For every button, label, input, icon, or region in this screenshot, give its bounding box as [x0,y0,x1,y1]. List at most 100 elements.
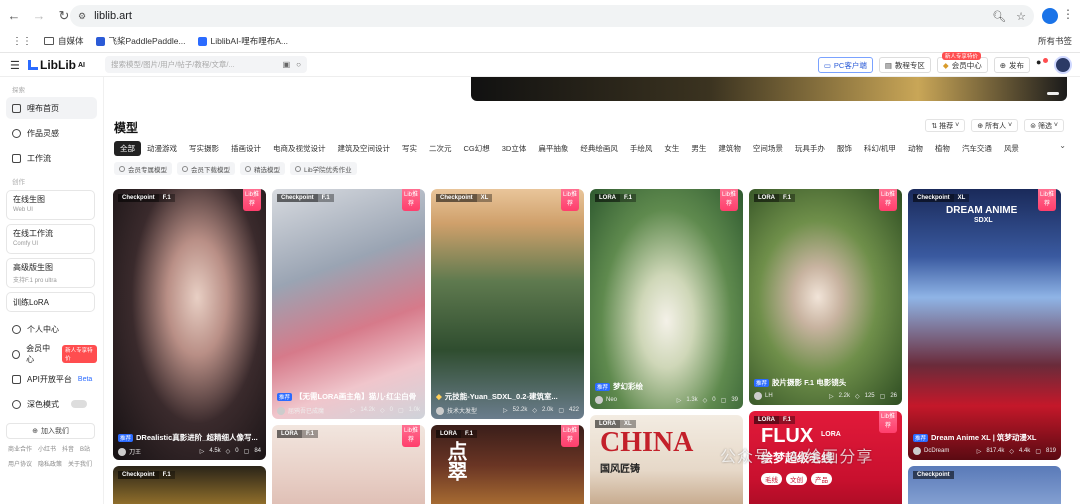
category-tab[interactable]: 插画设计 [225,141,267,156]
category-tab[interactable]: 手绘风 [624,141,659,156]
model-card[interactable]: Checkpoint F.1 [113,466,266,504]
author-avatar[interactable] [754,392,762,400]
footer-link[interactable]: B站 [80,444,90,453]
footer-link[interactable]: 抖音 [62,444,74,453]
address-bar[interactable]: ⚙ liblib.art 🔍︎ ☆ [70,5,1034,27]
zoom-icon[interactable]: 🔍︎ [992,10,1006,23]
author-name[interactable]: DcDream [924,448,949,454]
model-card[interactable]: Checkpoint F.1 Lib推荐 推荐 【无需LORA画主角】猫儿·红尘白骨… [272,189,425,419]
member-center-button[interactable]: 新人专享特价 ◆ 会员中心 [936,52,988,73]
author-avatar[interactable] [277,406,285,415]
category-tab[interactable]: 动漫游戏 [141,141,183,156]
category-tab[interactable]: 服饰 [831,141,858,156]
category-tab[interactable]: 建筑物 [712,141,747,156]
category-tab[interactable]: 女生 [658,141,685,156]
footer-link[interactable]: 关于我们 [68,459,92,468]
footer-link[interactable]: 商业合作 [8,444,32,453]
dark-mode-toggle[interactable] [71,400,87,408]
author-name[interactable]: Neo [606,397,617,403]
author-name[interactable]: 技术大发型 [447,406,477,415]
pc-client-button[interactable]: ▭ PC客户端 [817,57,873,73]
category-tab[interactable]: 3D立体 [496,141,533,156]
people-dropdown[interactable]: ⊕ 所有人 ˅ [971,119,1019,132]
category-tab[interactable]: 写实 [396,141,423,156]
message-icon[interactable]: ● [1036,57,1048,73]
promo-banner[interactable] [471,77,1067,101]
bookmark-2[interactable]: 飞桨PaddlePaddle... [95,35,186,47]
sidebar-tool-webui[interactable]: 在线生图 Web UI [6,190,95,220]
user-avatar[interactable] [1054,56,1072,74]
category-tab[interactable]: 植物 [929,141,956,156]
sidebar-item-home[interactable]: 哩布首页 [6,97,97,119]
sidebar-item-member[interactable]: 会员中心 新人专享特价 [6,343,97,365]
back-icon[interactable]: ← [3,5,25,27]
search-input[interactable]: 搜索模型/图片/用户/帖子/教程/文章/... ▣ ○ [105,56,307,73]
sidebar-tool-advanced[interactable]: 高级版生图 支持F.1 pro ultra [6,258,95,288]
category-tab[interactable]: 男生 [685,141,712,156]
quick-tag[interactable]: 会员专属模型 [114,162,172,175]
model-card[interactable]: LORA F.1 Lib推荐 推荐 胶片摄影 F.1 电影镜头 LH ▷ 2.2k ◇ 12… [749,189,902,405]
category-tab[interactable]: 玩具手办 [789,141,831,156]
site-info-icon[interactable]: ⚙ [78,11,86,22]
model-card[interactable]: Checkpoint [908,466,1061,504]
category-tab[interactable]: 二次元 [423,141,458,156]
apps-icon[interactable]: ⋮⋮ [12,36,32,47]
sidebar-item-inspiration[interactable]: 作品灵感 [6,122,97,144]
category-tab[interactable]: 全部 [114,141,141,156]
chevron-down-icon[interactable]: ⌄ [1059,141,1066,150]
author-avatar[interactable] [913,447,921,455]
sidebar-item-workflow[interactable]: 工作流 [6,147,97,169]
quick-tag[interactable]: 精选模型 [240,162,285,175]
sidebar-tool-comfyui[interactable]: 在线工作流 Comfy UI [6,224,95,254]
category-tab[interactable]: CG幻想 [458,141,496,156]
search-icon[interactable]: ○ [296,60,301,69]
menu-icon[interactable]: ☰ [10,59,20,72]
category-tab[interactable]: 科幻/机甲 [858,141,902,156]
model-card[interactable]: Checkpoint F.1 Lib推荐 推荐 DRealistic真影进阶_超精细… [113,189,266,460]
bookmark-3[interactable]: LiblibAI-哩布哩布A... [197,35,288,47]
category-tab[interactable]: 汽车交通 [956,141,998,156]
profile-icon[interactable] [1042,8,1058,24]
forward-icon[interactable]: → [28,5,50,27]
all-bookmarks[interactable]: 所有书签 [1034,35,1072,47]
category-tab[interactable]: 写实摄影 [183,141,225,156]
footer-link[interactable]: 小红书 [38,444,56,453]
site-logo[interactable]: LibLib AI [28,58,85,72]
model-card[interactable]: Checkpoint XL Lib推荐 ◆ 元技能-Yuan_SDXL_0.2-建筑… [431,189,584,419]
author-name[interactable]: LH [765,393,773,399]
filter-dropdown[interactable]: ⊜ 筛选 ˅ [1024,119,1064,132]
model-card[interactable]: Checkpoint XL Lib推荐 DREAM ANIME SDXL 推荐 Dr… [908,189,1061,460]
join-us-button[interactable]: ⊕ 加入我们 [6,423,95,439]
quick-tag[interactable]: Lib学院优秀作业 [290,162,357,175]
sidebar-item-personal[interactable]: 个人中心 [6,318,97,340]
category-tab[interactable]: 电商及视觉设计 [267,141,332,156]
model-card[interactable]: LORA F.1 Lib推荐 [272,425,425,504]
sidebar-item-api[interactable]: API开放平台 Beta [6,368,97,390]
author-avatar[interactable] [595,396,603,404]
quick-tag[interactable]: 会员下载模型 [177,162,235,175]
category-tab[interactable]: 经典绘画风 [574,141,624,156]
menu-kebab-icon[interactable]: ⋮ [1062,7,1074,21]
category-tab[interactable]: 动物 [902,141,929,156]
sidebar-train-lora[interactable]: 训练LoRA [6,292,95,312]
category-tab[interactable]: 扁平抽象 [532,141,574,156]
sort-dropdown[interactable]: ⇅ 推荐 ˅ [925,119,966,132]
author-name[interactable]: 刀王 [129,447,141,456]
tutorial-button[interactable]: ▤ 教程专区 [878,57,931,73]
model-card[interactable]: LORA F.1 Lib推荐 推荐 梦幻彩绘 Neo ▷ 1.3k ◇ 0 ▢ 39 [590,189,743,409]
bookmark-1[interactable]: 自媒体 [44,35,84,47]
author-avatar[interactable] [436,406,444,415]
image-search-icon[interactable]: ▣ [283,60,291,69]
footer-link[interactable]: 用户协议 [8,459,32,468]
model-card[interactable]: LORA F.1 Lib推荐 点翠 [431,425,584,504]
category-tab[interactable]: 建筑及空间设计 [332,141,397,156]
carousel-indicator[interactable] [1047,92,1059,95]
sidebar-item-dark-mode[interactable]: 深色模式 [6,393,97,415]
author-name[interactable]: 屈鸦吾已成魔 [288,406,324,415]
category-tab[interactable]: 风景 [998,141,1025,156]
star-icon[interactable]: ☆ [1016,10,1026,23]
publish-button[interactable]: ⊕ 发布 [993,57,1030,73]
footer-link[interactable]: 隐私政策 [38,459,62,468]
category-tab[interactable]: 空间场景 [747,141,789,156]
author-avatar[interactable] [118,447,126,456]
